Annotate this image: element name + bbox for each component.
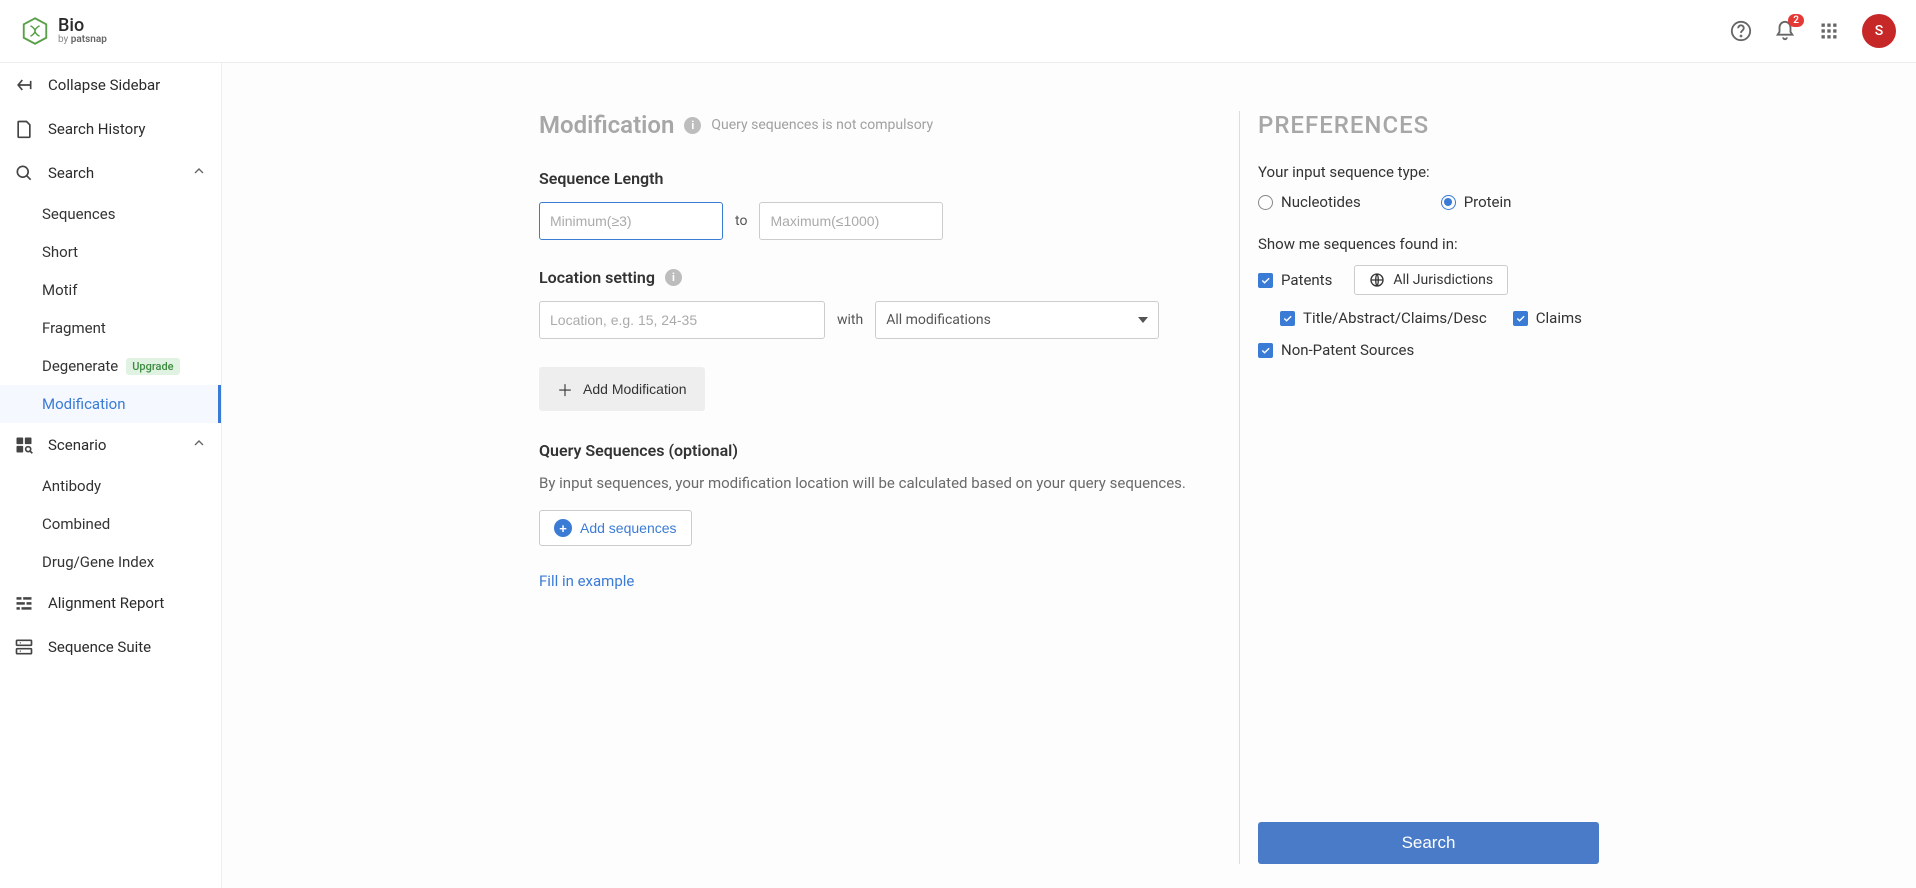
collapse-icon <box>14 75 34 95</box>
checkbox-claims[interactable]: Claims <box>1513 309 1582 327</box>
sidebar-sub-fragment[interactable]: Fragment <box>0 309 221 347</box>
sidebar-sub-short[interactable]: Short <box>0 233 221 271</box>
sidebar-sub-degenerate[interactable]: DegenerateUpgrade <box>0 347 221 385</box>
patent-sub-checks: Title/Abstract/Claims/Desc Claims <box>1280 309 1599 327</box>
add-sequences-button[interactable]: + Add sequences <box>539 510 692 546</box>
brand-byline: by patsnap <box>58 35 107 45</box>
notifications-icon[interactable]: 2 <box>1774 20 1796 42</box>
page-title: Modification i Query sequences is not co… <box>539 111 1205 139</box>
checkbox-icon <box>1280 311 1295 326</box>
caret-down-icon <box>1138 317 1148 323</box>
suite-icon <box>14 637 34 657</box>
radio-nucleotides[interactable]: Nucleotides <box>1258 193 1361 211</box>
alignment-label: Alignment Report <box>48 594 164 612</box>
input-type-label: Your input sequence type: <box>1258 163 1599 181</box>
scenario-icon <box>14 435 34 455</box>
sidebar-item-alignment[interactable]: Alignment Report <box>0 581 221 625</box>
sidebar-item-history[interactable]: Search History <box>0 107 221 151</box>
plus-circle-icon: + <box>554 519 572 537</box>
sequence-type-radios: Nucleotides Protein <box>1258 193 1599 211</box>
modification-form: Modification i Query sequences is not co… <box>539 111 1205 864</box>
location-setting-label: Location setting i <box>539 268 1205 287</box>
brand-logo[interactable]: Bio by patsnap <box>20 16 107 46</box>
brand-title: Bio <box>58 17 107 35</box>
notification-badge: 2 <box>1788 14 1804 27</box>
history-icon <box>14 119 34 139</box>
sidebar-item-scenario[interactable]: Scenario <box>0 423 221 467</box>
checkbox-icon <box>1513 311 1528 326</box>
sidebar-sub-combined[interactable]: Combined <box>0 505 221 543</box>
search-label: Search <box>48 164 94 182</box>
location-row: with All modifications <box>539 301 1205 339</box>
sequence-length-label: Sequence Length <box>539 169 1205 188</box>
alignment-icon <box>14 593 34 613</box>
info-icon[interactable]: i <box>684 117 701 134</box>
app-header: Bio by patsnap 2 S <box>0 0 1916 63</box>
scenario-label: Scenario <box>48 436 106 454</box>
patents-row: Patents All Jurisdictions <box>1258 265 1599 295</box>
sidebar-sub-motif[interactable]: Motif <box>0 271 221 309</box>
info-icon[interactable]: i <box>665 269 682 286</box>
plus-icon: ＋ <box>557 377 573 401</box>
upgrade-tag: Upgrade <box>126 358 179 375</box>
preferences-panel: PREFERENCES Your input sequence type: Nu… <box>1239 111 1599 864</box>
to-label: to <box>735 213 747 229</box>
preferences-heading: PREFERENCES <box>1258 111 1599 139</box>
checkbox-icon <box>1258 343 1273 358</box>
chevron-up-icon <box>191 163 207 183</box>
sequence-length-row: to <box>539 202 1205 240</box>
sidebar-sub-modification[interactable]: Modification <box>0 385 221 423</box>
query-sequences-desc: By input sequences, your modification lo… <box>539 474 1205 492</box>
main-content: Modification i Query sequences is not co… <box>222 63 1916 888</box>
all-jurisdictions-button[interactable]: All Jurisdictions <box>1354 265 1508 295</box>
search-button[interactable]: Search <box>1258 822 1599 864</box>
query-sequences-label: Query Sequences (optional) <box>539 441 1205 460</box>
radio-icon <box>1441 195 1456 210</box>
minimum-input[interactable] <box>539 202 723 240</box>
maximum-input[interactable] <box>759 202 943 240</box>
user-avatar[interactable]: S <box>1862 14 1896 48</box>
sidebar-sub-antibody[interactable]: Antibody <box>0 467 221 505</box>
checkbox-icon <box>1258 273 1273 288</box>
search-icon <box>14 163 34 183</box>
found-in-label: Show me sequences found in: <box>1258 235 1599 253</box>
modifications-selected: All modifications <box>886 312 991 328</box>
chevron-up-icon <box>191 435 207 455</box>
title-note: Query sequences is not compulsory <box>711 117 933 133</box>
sidebar-item-search[interactable]: Search <box>0 151 221 195</box>
bio-logo-icon <box>20 16 50 46</box>
apps-grid-icon[interactable] <box>1818 20 1840 42</box>
history-label: Search History <box>48 120 146 138</box>
checkbox-patents[interactable]: Patents <box>1258 271 1332 289</box>
collapse-sidebar-button[interactable]: Collapse Sidebar <box>0 63 221 107</box>
location-input[interactable] <box>539 301 825 339</box>
sidebar-item-suite[interactable]: Sequence Suite <box>0 625 221 669</box>
radio-protein[interactable]: Protein <box>1441 193 1512 211</box>
add-modification-button[interactable]: ＋ Add Modification <box>539 367 705 411</box>
checkbox-nonpatent[interactable]: Non-Patent Sources <box>1258 341 1599 359</box>
brand-text: Bio by patsnap <box>58 17 107 45</box>
radio-icon <box>1258 195 1273 210</box>
globe-icon <box>1369 272 1385 288</box>
suite-label: Sequence Suite <box>48 638 151 656</box>
modifications-select[interactable]: All modifications <box>875 301 1159 339</box>
sidebar: Collapse Sidebar Search History Search S… <box>0 63 222 888</box>
help-icon[interactable] <box>1730 20 1752 42</box>
checkbox-tacd[interactable]: Title/Abstract/Claims/Desc <box>1280 309 1487 327</box>
with-label: with <box>837 312 863 328</box>
header-actions: 2 S <box>1730 14 1896 48</box>
sidebar-sub-sequences[interactable]: Sequences <box>0 195 221 233</box>
collapse-label: Collapse Sidebar <box>48 76 160 94</box>
sidebar-sub-drug-gene[interactable]: Drug/Gene Index <box>0 543 221 581</box>
fill-example-link[interactable]: Fill in example <box>539 572 1205 590</box>
